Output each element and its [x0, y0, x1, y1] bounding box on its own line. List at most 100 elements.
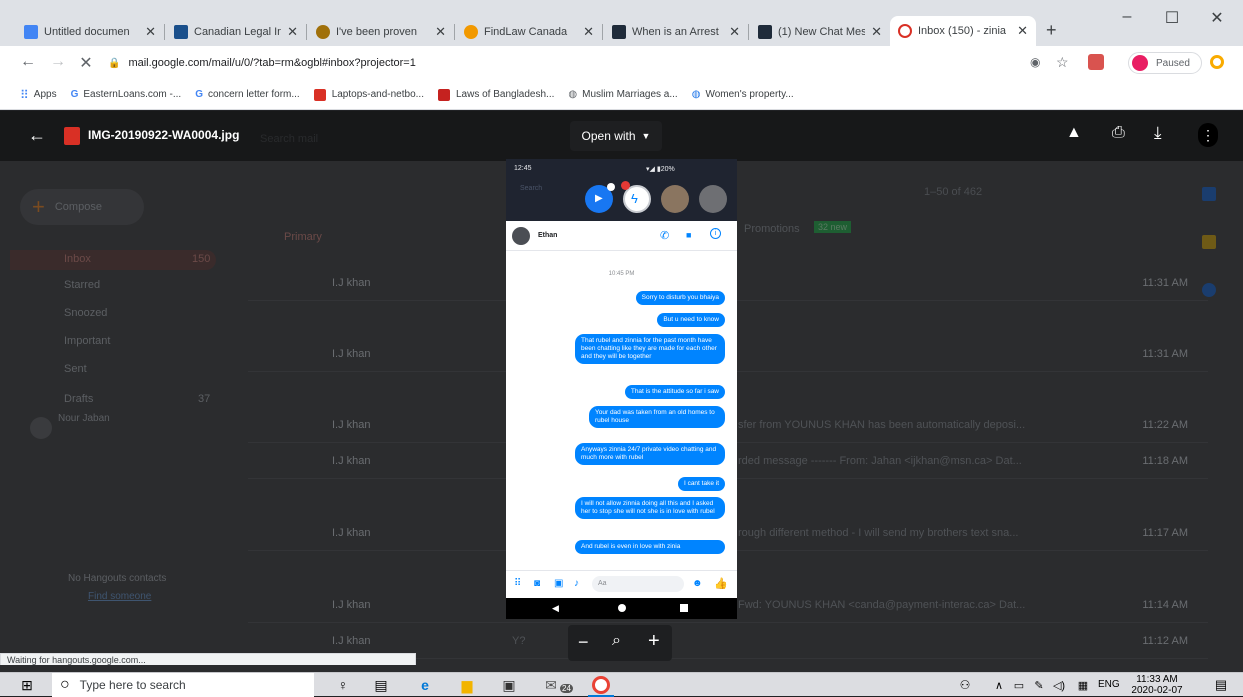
close-icon[interactable]: ✕: [729, 24, 740, 40]
close-icon[interactable]: ✕: [435, 24, 446, 40]
chat-bubble: Anyways zinnia 24/7 private video chatti…: [575, 443, 725, 465]
bookmark-muslim-marriages[interactable]: ◍ Muslim Marriages a...: [568, 89, 677, 100]
download-icon[interactable]: ⤓: [1154, 123, 1162, 143]
back-button[interactable]: ←: [18, 53, 38, 71]
image-file-icon: [64, 127, 80, 145]
email-snippet: rough different method - I will send my …: [738, 527, 1019, 539]
google-icon: G: [70, 89, 79, 100]
tab-divider: [748, 24, 749, 40]
tasks-icon: [1202, 283, 1216, 297]
thumbs-up-icon: 👍: [714, 578, 728, 590]
extension-icon[interactable]: [1088, 54, 1104, 70]
sidebar-inbox-highlight: [10, 250, 216, 270]
store-icon[interactable]: ▣: [500, 676, 518, 694]
chevron-up-icon[interactable]: ∧: [990, 676, 1008, 694]
bookmark-laws-bangladesh[interactable]: Laws of Bangladesh...: [437, 88, 554, 101]
email-time: 11:18 AM: [1142, 455, 1188, 467]
avatar: [30, 417, 52, 439]
close-icon[interactable]: ✕: [871, 24, 882, 40]
apps-grid-icon: ⠿: [514, 578, 522, 589]
tab-findlaw[interactable]: FindLaw Canada ✕: [456, 18, 602, 46]
clock-time: 11:33 AM: [1136, 674, 1178, 685]
new-tab-button[interactable]: +: [1046, 20, 1057, 41]
sidebar-item-starred: Starred: [64, 279, 101, 291]
bookmark-apps[interactable]: ⠿ Apps: [20, 88, 57, 102]
forward-button[interactable]: →: [48, 53, 68, 71]
zoom-in-button[interactable]: +: [648, 630, 660, 653]
file-explorer-icon[interactable]: ▆: [458, 676, 476, 694]
close-window-button[interactable]: ✕: [1197, 8, 1237, 28]
edge-icon[interactable]: e: [416, 676, 434, 694]
notification-dot: [621, 181, 630, 190]
email-sender: I.J khan: [332, 277, 371, 289]
chat-bubble: Sorry to disturb you bhaiya: [635, 291, 725, 305]
chat-bubble: And rubel is even in love with zinia: [575, 540, 725, 554]
minimize-button[interactable]: –: [1107, 8, 1147, 26]
language-indicator[interactable]: ENG: [1098, 679, 1120, 690]
volume-icon[interactable]: ◁): [1050, 676, 1068, 694]
profile-status: Paused: [1156, 57, 1190, 69]
profile-paused-button[interactable]: Paused: [1128, 52, 1202, 74]
stop-loading-button[interactable]: ✕: [76, 53, 96, 73]
chat-bubble: That is the attitude so far i saw: [624, 385, 725, 399]
taskbar-search-box[interactable]: ○ Type here to search: [52, 673, 314, 697]
chat-bubble: That rubel and zinnia for the past month…: [575, 334, 725, 364]
sidebar-item-drafts: Drafts: [64, 393, 94, 405]
taskbar-search-placeholder: Type here to search: [79, 678, 186, 692]
zoom-out-button[interactable]: −: [578, 632, 589, 653]
tab-canadian-legal[interactable]: Canadian Legal In ✕: [166, 18, 306, 46]
close-icon[interactable]: ✕: [145, 24, 156, 40]
close-icon[interactable]: ✕: [287, 24, 298, 40]
windows-start-icon[interactable]: ⊞: [18, 676, 36, 694]
bookmark-womens-property[interactable]: ◍ Women's property...: [692, 89, 794, 100]
notifications-icon[interactable]: ▤: [1212, 676, 1230, 694]
back-arrow-icon[interactable]: ←: [28, 125, 46, 146]
bookmark-laptops[interactable]: Laptops-and-netbo...: [313, 88, 424, 101]
keyboard-icon[interactable]: ▦: [1074, 676, 1092, 694]
site-icon: [174, 25, 188, 39]
tab-ive-been-proven[interactable]: I've been proven ✕: [308, 18, 454, 46]
phone-status-icons: ▾◢ ▮20%: [646, 166, 675, 173]
people-icon[interactable]: ⚇: [956, 676, 974, 694]
add-to-drive-icon[interactable]: ▲: [1066, 124, 1082, 142]
bookmark-star-icon[interactable]: ☆: [1056, 54, 1069, 71]
tab-divider: [454, 24, 455, 40]
close-icon[interactable]: ✕: [583, 24, 594, 40]
camera-icon: ◙: [534, 578, 541, 589]
extension-ring-icon[interactable]: [1210, 55, 1224, 69]
pen-icon[interactable]: ✎: [1030, 676, 1048, 694]
sidebar-item-inbox: Inbox: [64, 253, 91, 265]
open-with-button[interactable]: Open with ▼: [570, 121, 662, 151]
location-icon[interactable]: ◉: [1030, 55, 1040, 69]
bookmark-easternloans[interactable]: G EasternLoans.com -...: [71, 89, 182, 100]
task-view-icon[interactable]: ▤: [372, 676, 390, 694]
more-options-icon[interactable]: ⋮: [1198, 123, 1218, 147]
image-viewer-overlay: Search mail + Compose Inbox 150 Starred …: [0, 111, 1243, 665]
network-icon[interactable]: ▭: [1010, 676, 1028, 694]
mail-app-icon[interactable]: ✉: [542, 676, 560, 694]
microphone-icon[interactable]: ♀: [334, 676, 352, 694]
chat-bubble: But u need to know: [657, 313, 725, 327]
zoom-icon[interactable]: ⌕: [612, 632, 621, 650]
promotions-badge: 32 new: [814, 221, 852, 233]
apps-grid-icon: ⠿: [20, 87, 29, 102]
chrome-icon[interactable]: [592, 676, 610, 694]
bookmarks-bar: ⠿ Apps G EasternLoans.com -... G concern…: [0, 80, 1243, 110]
email-time: 11:17 AM: [1142, 527, 1188, 539]
tab-untitled-document[interactable]: Untitled documen ✕: [16, 18, 164, 46]
info-icon: i: [710, 228, 721, 239]
address-bar[interactable]: 🔒 mail.google.com/mail/u/0/?tab=rm&ogbl#…: [108, 51, 1008, 75]
tab-new-chat[interactable]: (1) New Chat Mes ✕: [750, 18, 890, 46]
clock[interactable]: 11:33 AM 2020-02-07: [1130, 674, 1184, 696]
print-icon[interactable]: ⎙: [1112, 124, 1125, 142]
email-time: 11:31 AM: [1142, 348, 1188, 360]
maximize-button[interactable]: ☐: [1152, 8, 1192, 28]
plus-icon: +: [32, 194, 45, 219]
close-icon[interactable]: ✕: [1017, 23, 1028, 39]
site-icon: [612, 25, 626, 39]
mail-badge: 24: [560, 684, 573, 693]
windows-taskbar: ⊞ ○ Type here to search ♀ ▤ e ▆ ▣ ✉ 24 ⚇…: [0, 672, 1243, 697]
tab-when-is-an-arrest[interactable]: When is an Arrest ✕: [604, 18, 748, 46]
tab-inbox[interactable]: Inbox (150) - zinia ✕: [890, 16, 1036, 46]
bookmark-concern-letter[interactable]: G concern letter form...: [195, 89, 299, 100]
